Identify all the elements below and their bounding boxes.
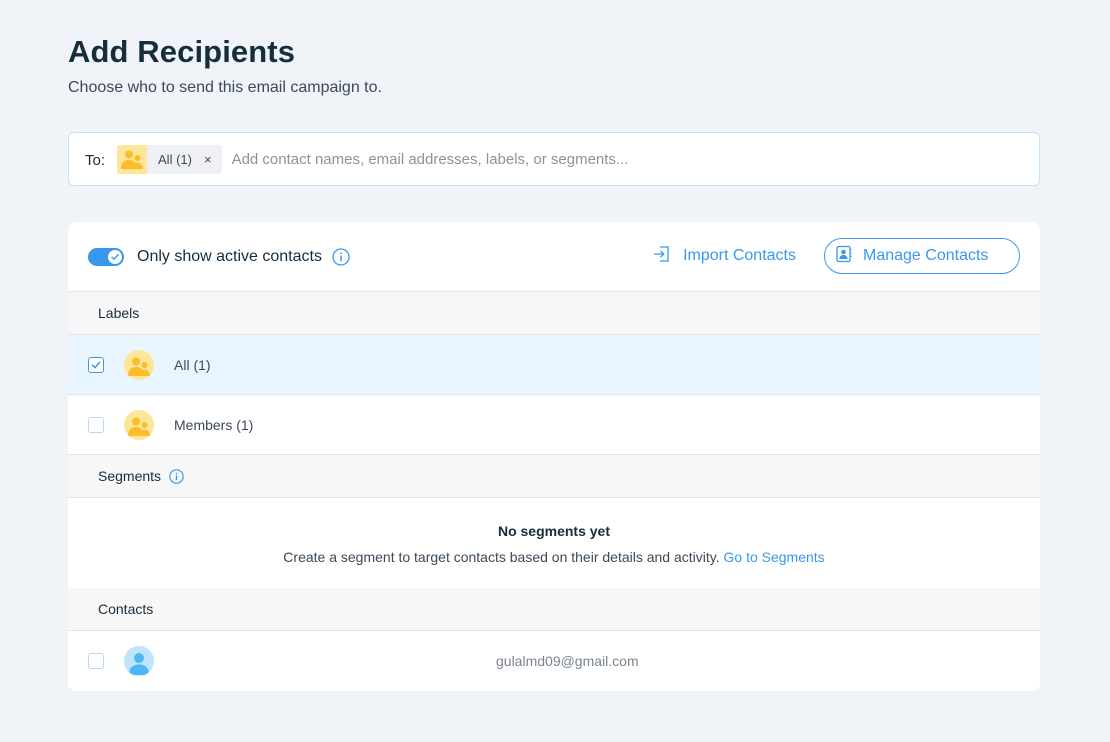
panel-toolbar: Only show active contacts Import Contact… xyxy=(68,222,1040,292)
import-contacts-button[interactable]: Import Contacts xyxy=(653,245,796,268)
labels-section-title: Labels xyxy=(98,305,140,321)
recipients-to-field[interactable]: To: All (1) × xyxy=(68,132,1040,186)
contact-card-icon xyxy=(835,245,853,268)
manage-contacts-button[interactable]: Manage Contacts xyxy=(824,238,1020,274)
page-subtitle: Choose who to send this email campaign t… xyxy=(68,79,382,96)
info-icon[interactable] xyxy=(332,247,350,266)
check-icon xyxy=(91,361,101,368)
contacts-section-header: Contacts xyxy=(68,588,1040,631)
recipient-chip-all[interactable]: All (1) × xyxy=(117,144,222,174)
contact-email: gulalmd09@gmail.com xyxy=(496,653,639,669)
manage-contacts-label: Manage Contacts xyxy=(863,247,989,264)
group-icon xyxy=(124,409,154,440)
page-header: Add Recipients Choose who to send this e… xyxy=(68,34,382,97)
empty-state-title: No segments yet xyxy=(497,523,611,539)
import-contacts-label: Import Contacts xyxy=(683,247,796,264)
segments-empty-state: No segments yet Create a segment to targ… xyxy=(68,498,1040,588)
recipients-search-input[interactable] xyxy=(231,139,1039,179)
label-row-text: All (1) xyxy=(174,356,211,373)
contact-checkbox[interactable] xyxy=(88,653,104,669)
label-row-text: Members (1) xyxy=(174,416,254,433)
contacts-section-title: Contacts xyxy=(98,601,154,617)
toggle-check-icon xyxy=(108,250,122,264)
group-icon xyxy=(117,144,148,174)
go-to-segments-link[interactable]: Go to Segments xyxy=(724,549,825,565)
label-row-all[interactable]: All (1) xyxy=(68,335,1040,395)
contact-row[interactable]: gulalmd09@gmail.com xyxy=(68,631,1040,691)
to-label: To: xyxy=(85,151,106,169)
active-contacts-toggle[interactable] xyxy=(88,248,124,266)
chip-remove-icon[interactable]: × xyxy=(204,152,212,167)
empty-state-text: Create a segment to target contacts base… xyxy=(283,549,720,565)
recipients-panel: Only show active contacts Import Contact… xyxy=(68,222,1040,691)
group-icon xyxy=(124,349,154,380)
label-checkbox-members[interactable] xyxy=(88,416,104,433)
info-icon[interactable] xyxy=(169,468,184,484)
label-row-members[interactable]: Members (1) xyxy=(68,395,1040,455)
active-contacts-label: Only show active contacts xyxy=(137,247,322,265)
import-icon xyxy=(653,245,671,268)
person-avatar-icon xyxy=(124,646,154,676)
chip-label: All (1) xyxy=(158,151,192,167)
segments-section-title: Segments xyxy=(98,468,162,484)
labels-section-header: Labels xyxy=(68,292,1040,335)
label-checkbox-all[interactable] xyxy=(88,356,104,373)
toolbar-actions: Import Contacts Manage Contacts xyxy=(653,238,1020,274)
empty-state-description: Create a segment to target contacts base… xyxy=(283,549,824,565)
segments-section-header: Segments xyxy=(68,455,1040,498)
page-title: Add Recipients xyxy=(68,34,296,69)
